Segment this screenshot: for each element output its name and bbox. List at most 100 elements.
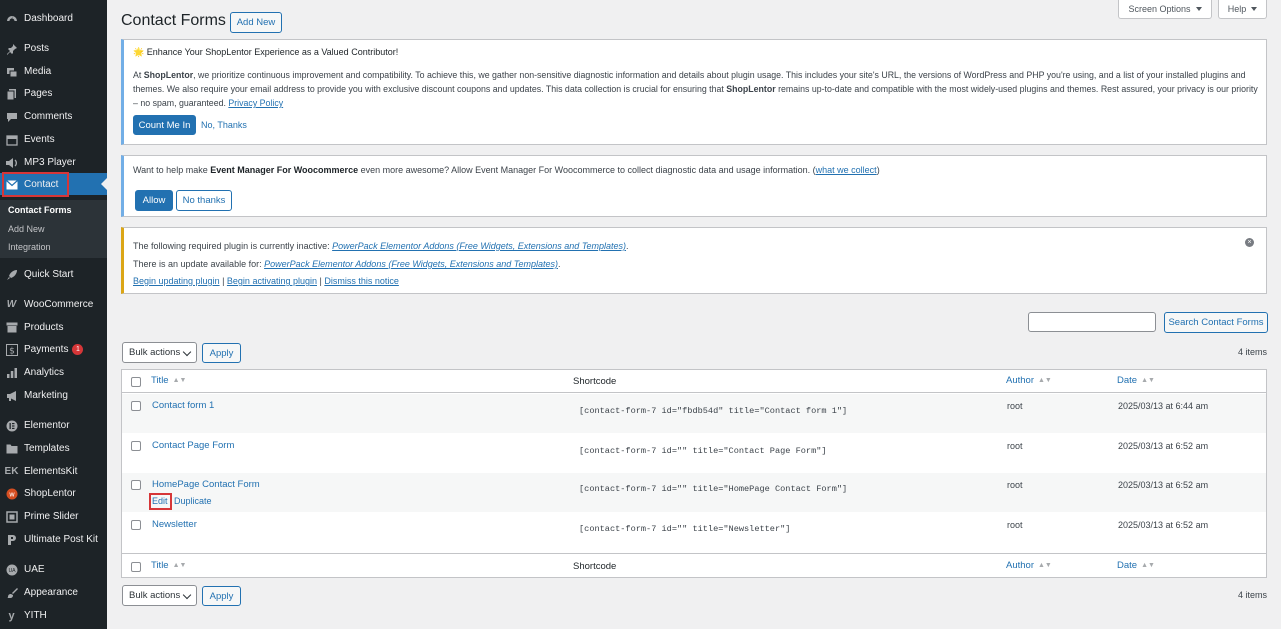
powerpack-link[interactable]: PowerPack Elementor Addons (Free Widgets… bbox=[332, 241, 626, 251]
begin-activating-link[interactable]: Begin activating plugin bbox=[227, 276, 317, 286]
begin-updating-link[interactable]: Begin updating plugin bbox=[133, 276, 220, 286]
col-date[interactable]: Date ▲▼ bbox=[1117, 560, 1155, 571]
shortcode-text[interactable]: [contact-form-7 id="fbdb54d" title="Cont… bbox=[579, 406, 847, 416]
form-title-link[interactable]: HomePage Contact Form bbox=[152, 479, 260, 490]
contact-forms-table: Title ▲▼ Shortcode Author ▲▼ Date ▲▼ Contac… bbox=[121, 369, 1267, 578]
apply-button[interactable]: Apply bbox=[202, 586, 241, 606]
notice-brand: ShopLentor bbox=[726, 84, 776, 94]
menu-elementskit[interactable]: EK ElementsKit bbox=[0, 460, 107, 482]
screen-options-label: Screen Options bbox=[1128, 4, 1191, 14]
help-button[interactable]: Help bbox=[1218, 0, 1267, 19]
menu-elementor[interactable]: Elementor bbox=[0, 414, 107, 436]
date-text: 2025/03/13 at 6:52 am bbox=[1118, 441, 1209, 451]
active-pointer bbox=[101, 178, 107, 190]
media-icon bbox=[5, 65, 18, 78]
shortcode-text[interactable]: [contact-form-7 id="" title="HomePage Co… bbox=[579, 484, 847, 494]
row-checkbox[interactable] bbox=[131, 401, 141, 411]
menu-posts[interactable]: Posts bbox=[0, 37, 107, 59]
privacy-policy-link[interactable]: Privacy Policy bbox=[228, 98, 283, 108]
menu-events[interactable]: Events bbox=[0, 128, 107, 150]
menu-dashboard[interactable]: Dashboard bbox=[0, 7, 107, 29]
table-row: HomePage Contact Form Edit Duplicate [co… bbox=[122, 473, 1266, 512]
form-title-link[interactable]: Contact Page Form bbox=[152, 440, 234, 451]
row-checkbox[interactable] bbox=[131, 520, 141, 530]
author-text: root bbox=[1007, 441, 1023, 451]
menu-yith[interactable]: y YITH bbox=[0, 604, 107, 626]
menu-media[interactable]: Media bbox=[0, 60, 107, 82]
author-text: root bbox=[1007, 480, 1023, 490]
what-we-collect-link[interactable]: what we collect bbox=[816, 165, 877, 175]
col-title-label: Title bbox=[151, 560, 169, 571]
date-text: 2025/03/13 at 6:52 am bbox=[1118, 480, 1209, 490]
bulk-actions-select[interactable]: Bulk actions bbox=[122, 342, 197, 363]
menu-pages[interactable]: Pages bbox=[0, 82, 107, 104]
dismiss-icon[interactable]: × bbox=[1245, 238, 1254, 247]
menu-label: Quick Start bbox=[24, 268, 74, 280]
menu-uae[interactable]: UA UAE bbox=[0, 558, 107, 580]
submenu-contact-forms[interactable]: Contact Forms bbox=[8, 205, 72, 215]
screen-options-button[interactable]: Screen Options bbox=[1118, 0, 1212, 19]
yith-icon: y bbox=[8, 609, 15, 622]
menu-prime-slider[interactable]: Prime Slider bbox=[0, 505, 107, 527]
sort-icon: ▲▼ bbox=[172, 377, 187, 384]
row-checkbox[interactable] bbox=[131, 480, 141, 490]
menu-shoplentor[interactable]: w ShopLentor bbox=[0, 482, 107, 504]
menu-label: MP3 Player bbox=[24, 156, 76, 168]
col-author[interactable]: Author ▲▼ bbox=[1006, 375, 1052, 386]
notice-text: ) bbox=[876, 165, 880, 175]
search-input[interactable] bbox=[1028, 312, 1156, 332]
select-all-checkbox[interactable] bbox=[131, 562, 141, 572]
caret-down-icon bbox=[1251, 7, 1258, 11]
shoplentor-icon: w bbox=[5, 487, 18, 500]
search-contact-forms-button[interactable]: Search Contact Forms bbox=[1164, 312, 1268, 333]
menu-quick-start[interactable]: Quick Start bbox=[0, 263, 107, 285]
col-author-label: Author bbox=[1006, 560, 1034, 571]
bulk-actions-select[interactable]: Bulk actions bbox=[122, 585, 197, 606]
menu-payments[interactable]: $ Payments 1 bbox=[0, 338, 107, 360]
row-checkbox[interactable] bbox=[131, 441, 141, 451]
add-new-button[interactable]: Add New bbox=[230, 12, 282, 33]
menu-label: Templates bbox=[24, 442, 70, 454]
shortcode-text[interactable]: [contact-form-7 id="" title="Contact Pag… bbox=[579, 446, 827, 456]
menu-analytics[interactable]: Analytics bbox=[0, 361, 107, 383]
notice-text: . bbox=[558, 259, 561, 269]
col-date[interactable]: Date ▲▼ bbox=[1117, 375, 1155, 386]
menu-label: ShopLentor bbox=[24, 487, 76, 499]
menu-templates[interactable]: Templates bbox=[0, 437, 107, 459]
submenu-integration[interactable]: Integration bbox=[8, 242, 51, 252]
notice-text: even more awesome? Allow Event Manager F… bbox=[358, 165, 816, 175]
highlight-box-edit bbox=[149, 493, 172, 510]
apply-button[interactable]: Apply bbox=[202, 343, 241, 363]
col-title[interactable]: Title ▲▼ bbox=[151, 560, 186, 571]
no-thanks-button[interactable]: No thanks bbox=[176, 190, 232, 211]
menu-products[interactable]: Products bbox=[0, 316, 107, 338]
col-title[interactable]: Title ▲▼ bbox=[151, 375, 186, 386]
count-me-in-button[interactable]: Count Me In bbox=[133, 115, 196, 135]
menu-comments[interactable]: Comments bbox=[0, 105, 107, 127]
form-title-link[interactable]: Contact form 1 bbox=[152, 400, 214, 411]
duplicate-link[interactable]: Duplicate bbox=[174, 496, 212, 506]
ek-icon: EK bbox=[4, 466, 19, 477]
allow-button[interactable]: Allow bbox=[135, 190, 173, 211]
no-thanks-link[interactable]: No, Thanks bbox=[201, 120, 247, 130]
menu-appearance[interactable]: Appearance bbox=[0, 581, 107, 603]
submenu-add-new[interactable]: Add New bbox=[8, 224, 45, 234]
notice-brand: ShopLentor bbox=[143, 70, 194, 80]
col-shortcode: Shortcode bbox=[573, 376, 617, 387]
form-title-link[interactable]: Newsletter bbox=[152, 519, 197, 530]
dismiss-notice-link[interactable]: Dismiss this notice bbox=[324, 276, 399, 286]
table-footer: Title ▲▼ Shortcode Author ▲▼ Date ▲▼ bbox=[122, 553, 1266, 577]
shortcode-text[interactable]: [contact-form-7 id="" title="Newsletter"… bbox=[579, 524, 790, 534]
col-author[interactable]: Author ▲▼ bbox=[1006, 560, 1052, 571]
menu-woocommerce[interactable]: W WooCommerce bbox=[0, 293, 107, 315]
archive-icon bbox=[5, 321, 18, 334]
menu-ultimate-post-kit[interactable]: Ultimate Post Kit bbox=[0, 528, 107, 550]
menu-label: Events bbox=[24, 133, 55, 145]
help-label: Help bbox=[1227, 4, 1247, 14]
powerpack-link[interactable]: PowerPack Elementor Addons (Free Widgets… bbox=[264, 259, 558, 269]
rocket-icon bbox=[5, 268, 18, 281]
chevron-down-icon bbox=[182, 590, 192, 600]
menu-marketing[interactable]: Marketing bbox=[0, 384, 107, 406]
menu-mp3-player[interactable]: MP3 Player bbox=[0, 151, 107, 173]
select-all-checkbox[interactable] bbox=[131, 377, 141, 387]
